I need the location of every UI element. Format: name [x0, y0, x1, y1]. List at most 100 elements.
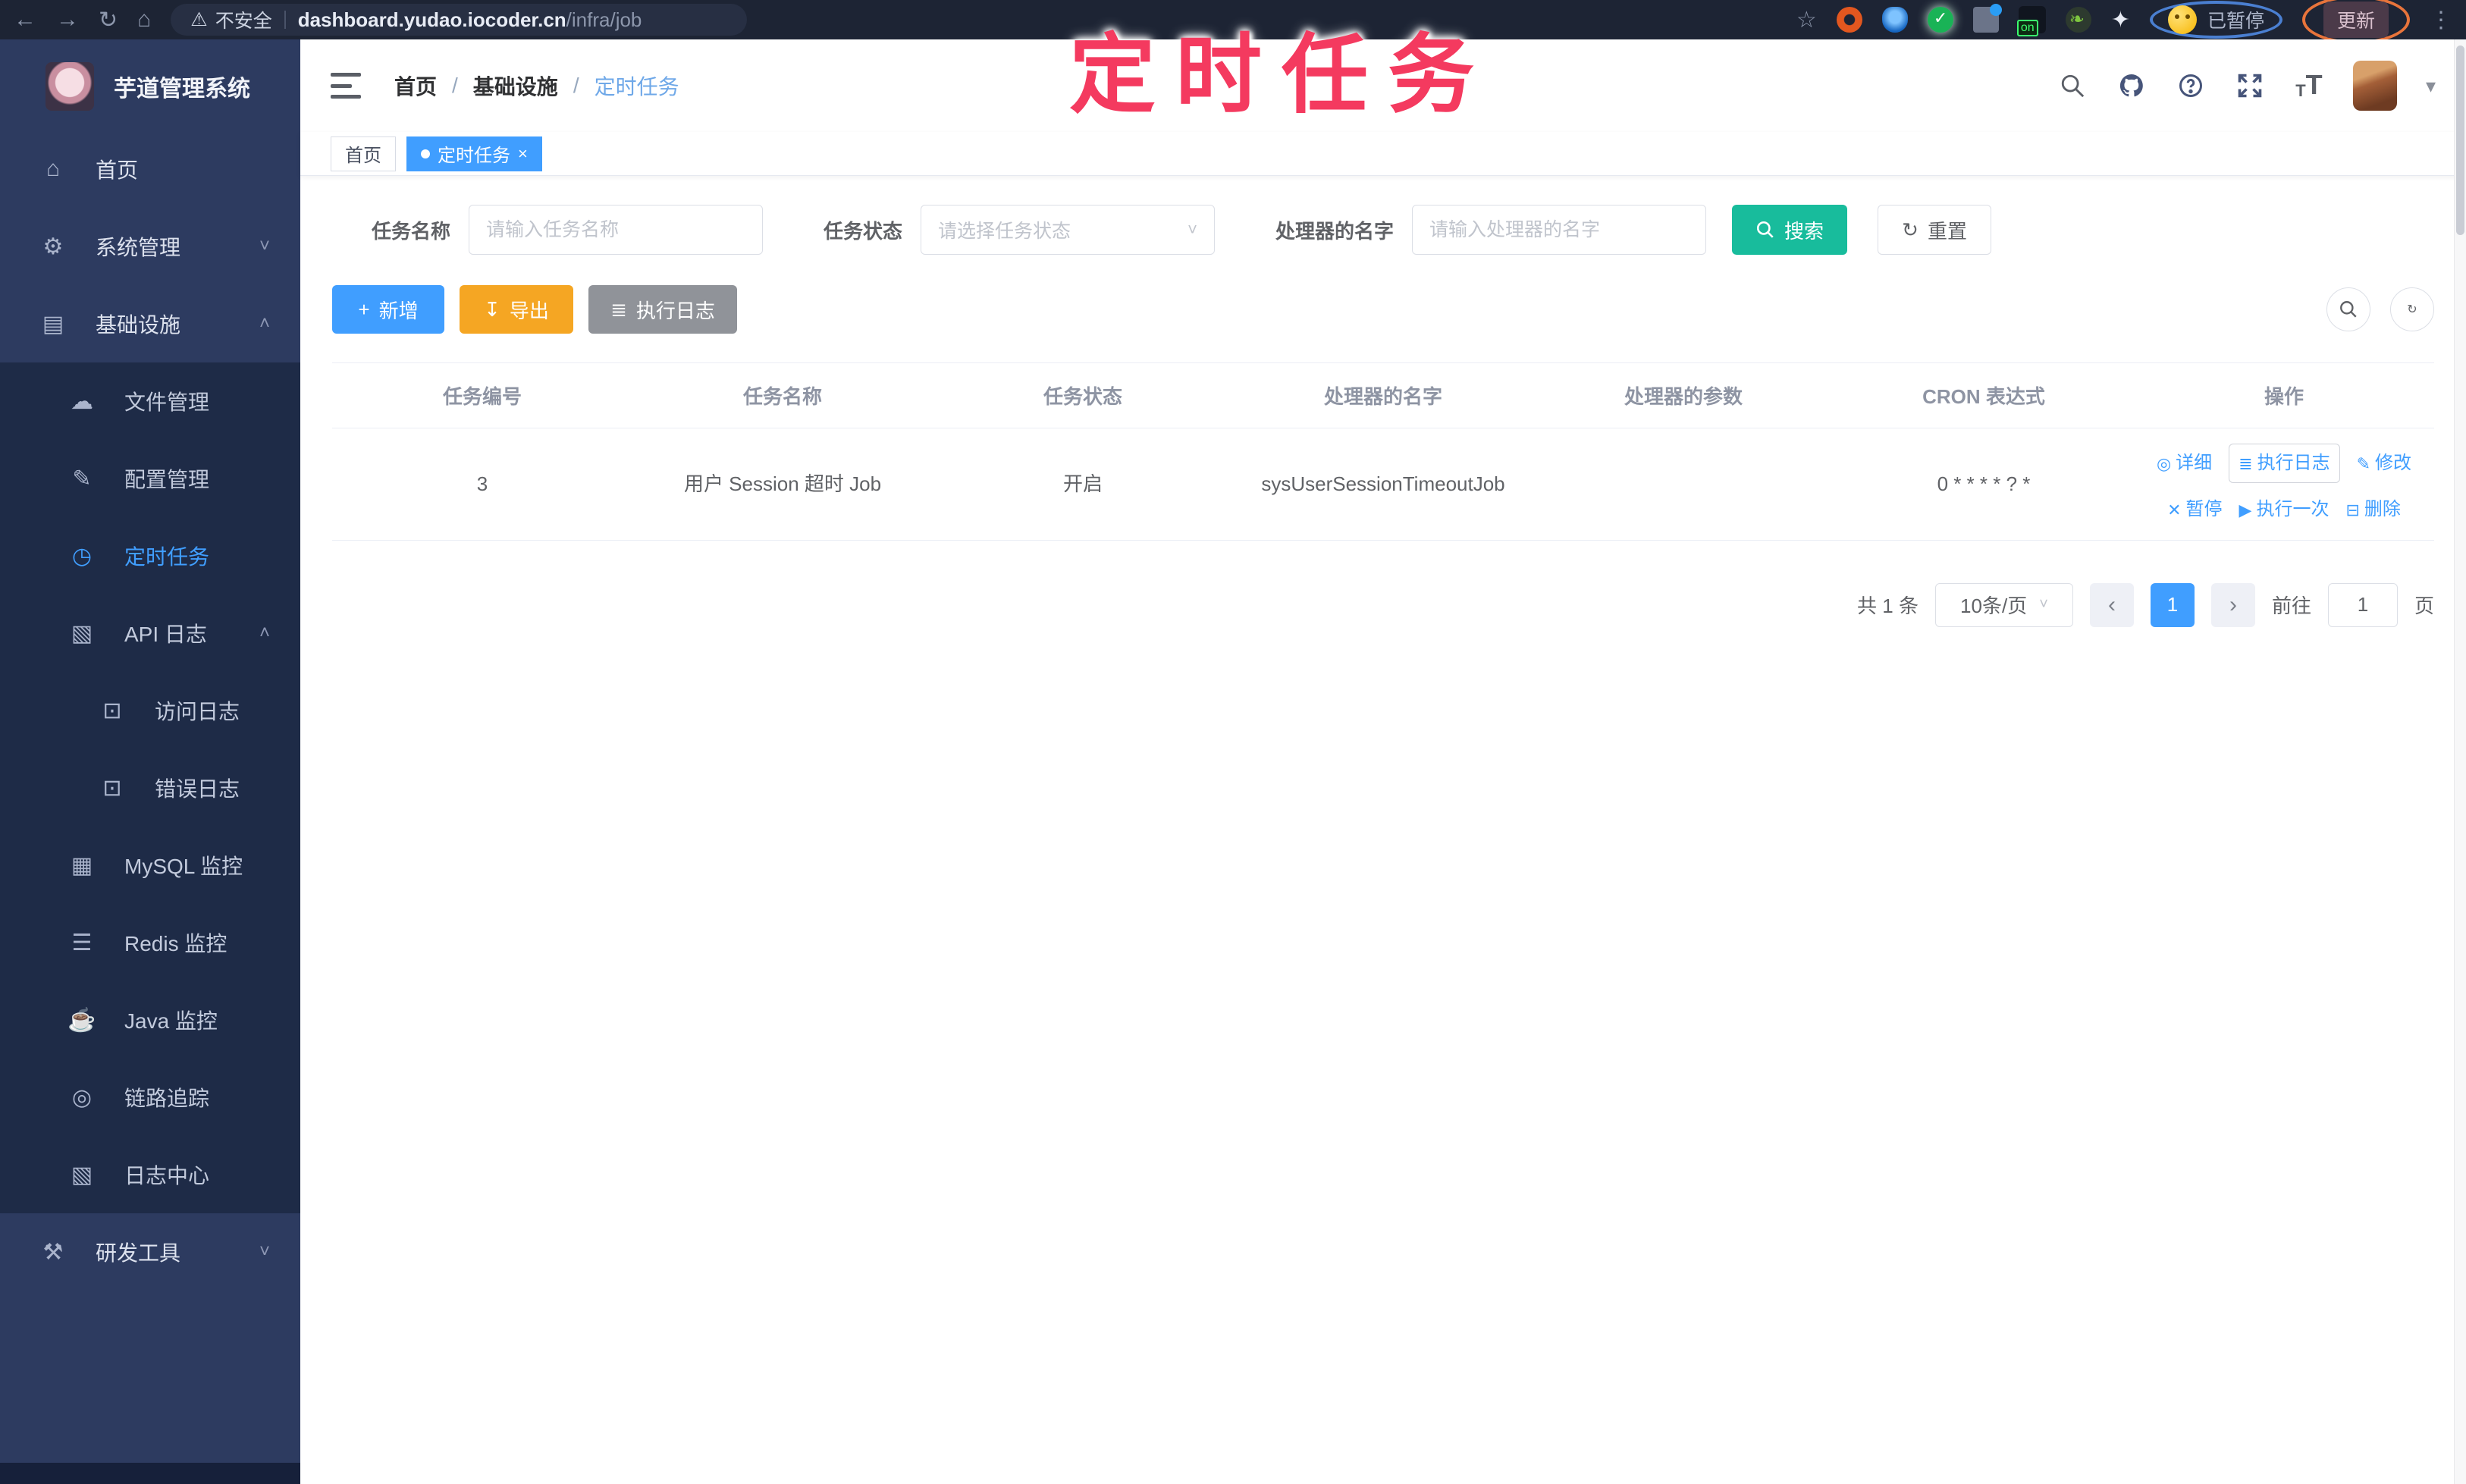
document-icon — [96, 775, 129, 802]
action-detail[interactable]: 详细 — [2157, 449, 2212, 478]
extension-icon-on-badge[interactable]: on — [2016, 6, 2046, 36]
extension-icon-blue[interactable] — [1881, 7, 1908, 33]
toggle-search-button[interactable] — [2326, 287, 2370, 331]
sidebar-item-file-management[interactable]: 文件管理 — [0, 362, 300, 440]
col-header-handler: 处理器的名字 — [1323, 385, 1442, 408]
pause-icon — [2167, 497, 2181, 523]
export-button[interactable]: 导出 — [460, 285, 573, 334]
goto-page-input[interactable] — [2327, 582, 2398, 627]
sidebar-item-home[interactable]: 首页 — [0, 130, 300, 208]
exec-log-button[interactable]: 执行日志 — [588, 285, 737, 334]
task-status-label: 任务状态 — [824, 219, 903, 243]
browser-profile-chip[interactable]: 已暂停 — [2149, 1, 2282, 39]
page-suffix: 页 — [2414, 595, 2434, 618]
sidebar-item-error-logs[interactable]: 错误日志 — [0, 749, 300, 827]
next-page-button[interactable] — [2210, 582, 2255, 627]
cell-job-name: 用户 Session 超时 Job — [683, 472, 882, 495]
sidebar-collapse-icon[interactable] — [331, 73, 361, 99]
sidebar-item-dev-tools[interactable]: 研发工具 — [0, 1213, 300, 1291]
bookmark-star-icon[interactable] — [1796, 7, 1817, 33]
cell-cron: 0 * * * * ? * — [1937, 472, 2031, 495]
extension-icon-orange[interactable] — [1836, 7, 1862, 33]
help-icon[interactable] — [2176, 71, 2206, 101]
sidebar-item-java-monitor[interactable]: Java 监控 — [0, 981, 300, 1059]
sidebar-item-label: Redis 监控 — [124, 932, 227, 955]
breadcrumb-item-home[interactable]: 首页 — [394, 71, 437, 101]
chevron-down-icon — [259, 236, 270, 257]
task-name-input[interactable] — [469, 205, 764, 255]
app-logo-row[interactable]: 芋道管理系统 — [0, 39, 300, 130]
breadcrumb-separator: / — [452, 74, 458, 97]
avatar-dropdown-caret-icon[interactable] — [2426, 74, 2436, 98]
action-run-once[interactable]: 执行一次 — [2239, 495, 2329, 524]
task-status-select[interactable]: 请选择任务状态 — [921, 205, 1216, 255]
jobs-table: 任务编号 任务名称 任务状态 处理器的名字 处理器的参数 CRON 表达式 操作… — [332, 362, 2434, 541]
database-icon — [65, 852, 99, 879]
action-edit[interactable]: 修改 — [2357, 449, 2411, 478]
browser-back-icon[interactable] — [14, 7, 36, 33]
breadcrumb-item-current: 定时任务 — [594, 75, 679, 99]
prev-page-button[interactable] — [2089, 582, 2134, 627]
action-delete[interactable]: 删除 — [2345, 495, 2401, 524]
sidebar-item-system-management[interactable]: 系统管理 — [0, 208, 300, 285]
sidebar-item-log-center[interactable]: 日志中心 — [0, 1136, 300, 1213]
col-header-job-name: 任务名称 — [742, 385, 822, 408]
sidebar-item-redis-monitor[interactable]: Redis 监控 — [0, 904, 300, 981]
extension-icon-grid[interactable] — [1972, 4, 2002, 33]
sidebar-item-label: 基础设施 — [96, 313, 181, 337]
browser-update-button[interactable]: 更新 — [2323, 2, 2389, 38]
font-size-icon[interactable] — [2294, 71, 2324, 101]
extensions-puzzle-icon[interactable] — [2111, 7, 2130, 33]
tab-home[interactable]: 首页 — [331, 136, 396, 171]
sidebar-item-scheduled-tasks[interactable]: 定时任务 — [0, 517, 300, 595]
page-size-select[interactable]: 10条/页 — [1934, 582, 2073, 627]
sidebar-item-access-logs[interactable]: 访问日志 — [0, 672, 300, 749]
monitor-icon — [65, 1007, 99, 1034]
add-button[interactable]: 新增 — [332, 285, 444, 334]
search-button[interactable]: 搜索 — [1732, 205, 1848, 255]
sidebar-item-config-management[interactable]: 配置管理 — [0, 440, 300, 517]
scrollbar-thumb[interactable] — [2456, 45, 2464, 235]
tab-scheduled-tasks[interactable]: 定时任务 — [406, 136, 542, 171]
sidebar-item-mysql-monitor[interactable]: MySQL 监控 — [0, 827, 300, 904]
security-warning-icon — [190, 8, 207, 31]
sidebar-item-infrastructure[interactable]: 基础设施 — [0, 285, 300, 362]
tab-label: 定时任务 — [438, 146, 510, 166]
infrastructure-submenu: 文件管理 配置管理 定时任务 API 日志 访问日志 错误日志 — [0, 362, 300, 1213]
address-bar[interactable]: 不安全 dashboard.yudao.iocoder.cn/infra/job — [171, 4, 748, 36]
fullscreen-icon[interactable] — [2235, 71, 2265, 101]
page-scrollbar[interactable] — [2454, 39, 2466, 1484]
col-header-job-id: 任务编号 — [442, 385, 522, 408]
select-placeholder: 请选择任务状态 — [938, 221, 1071, 242]
update-annotation-circle: 更新 — [2301, 0, 2410, 44]
page-number-button[interactable]: 1 — [2150, 582, 2195, 627]
sidebar-item-label: 定时任务 — [124, 545, 210, 569]
security-label[interactable]: 不安全 — [215, 6, 272, 33]
on-badge: on — [2016, 20, 2038, 36]
profile-status-label: 已暂停 — [2207, 11, 2264, 32]
sidebar-item-trace[interactable]: 链路追踪 — [0, 1059, 300, 1136]
extension-icon-leaf[interactable] — [2065, 7, 2091, 33]
browser-reload-icon[interactable] — [99, 7, 118, 33]
search-form: 任务名称 任务状态 请选择任务状态 处理器的名字 — [372, 205, 2434, 255]
browser-home-icon[interactable] — [137, 7, 151, 33]
col-header-job-status: 任务状态 — [1043, 385, 1122, 408]
tab-label: 首页 — [345, 146, 381, 166]
user-avatar[interactable] — [2352, 61, 2397, 111]
address-separator — [284, 11, 286, 29]
refresh-table-button[interactable] — [2390, 287, 2434, 331]
close-icon[interactable] — [518, 144, 528, 164]
action-pause[interactable]: 暂停 — [2167, 495, 2223, 524]
reset-button[interactable]: 重置 — [1878, 205, 1992, 255]
sidebar-item-api-logs[interactable]: API 日志 — [0, 595, 300, 672]
extension-icon-green-check[interactable] — [1927, 7, 1953, 33]
handler-name-input[interactable] — [1412, 205, 1707, 255]
breadcrumb-item-infrastructure[interactable]: 基础设施 — [473, 71, 558, 101]
download-icon — [484, 298, 500, 322]
action-exec-log[interactable]: 执行日志 — [2229, 444, 2340, 484]
search-icon[interactable] — [2057, 71, 2088, 101]
browser-forward-icon[interactable] — [56, 7, 79, 33]
github-icon[interactable] — [2116, 71, 2147, 101]
clock-icon — [65, 543, 99, 569]
browser-menu-icon[interactable] — [2430, 7, 2452, 33]
